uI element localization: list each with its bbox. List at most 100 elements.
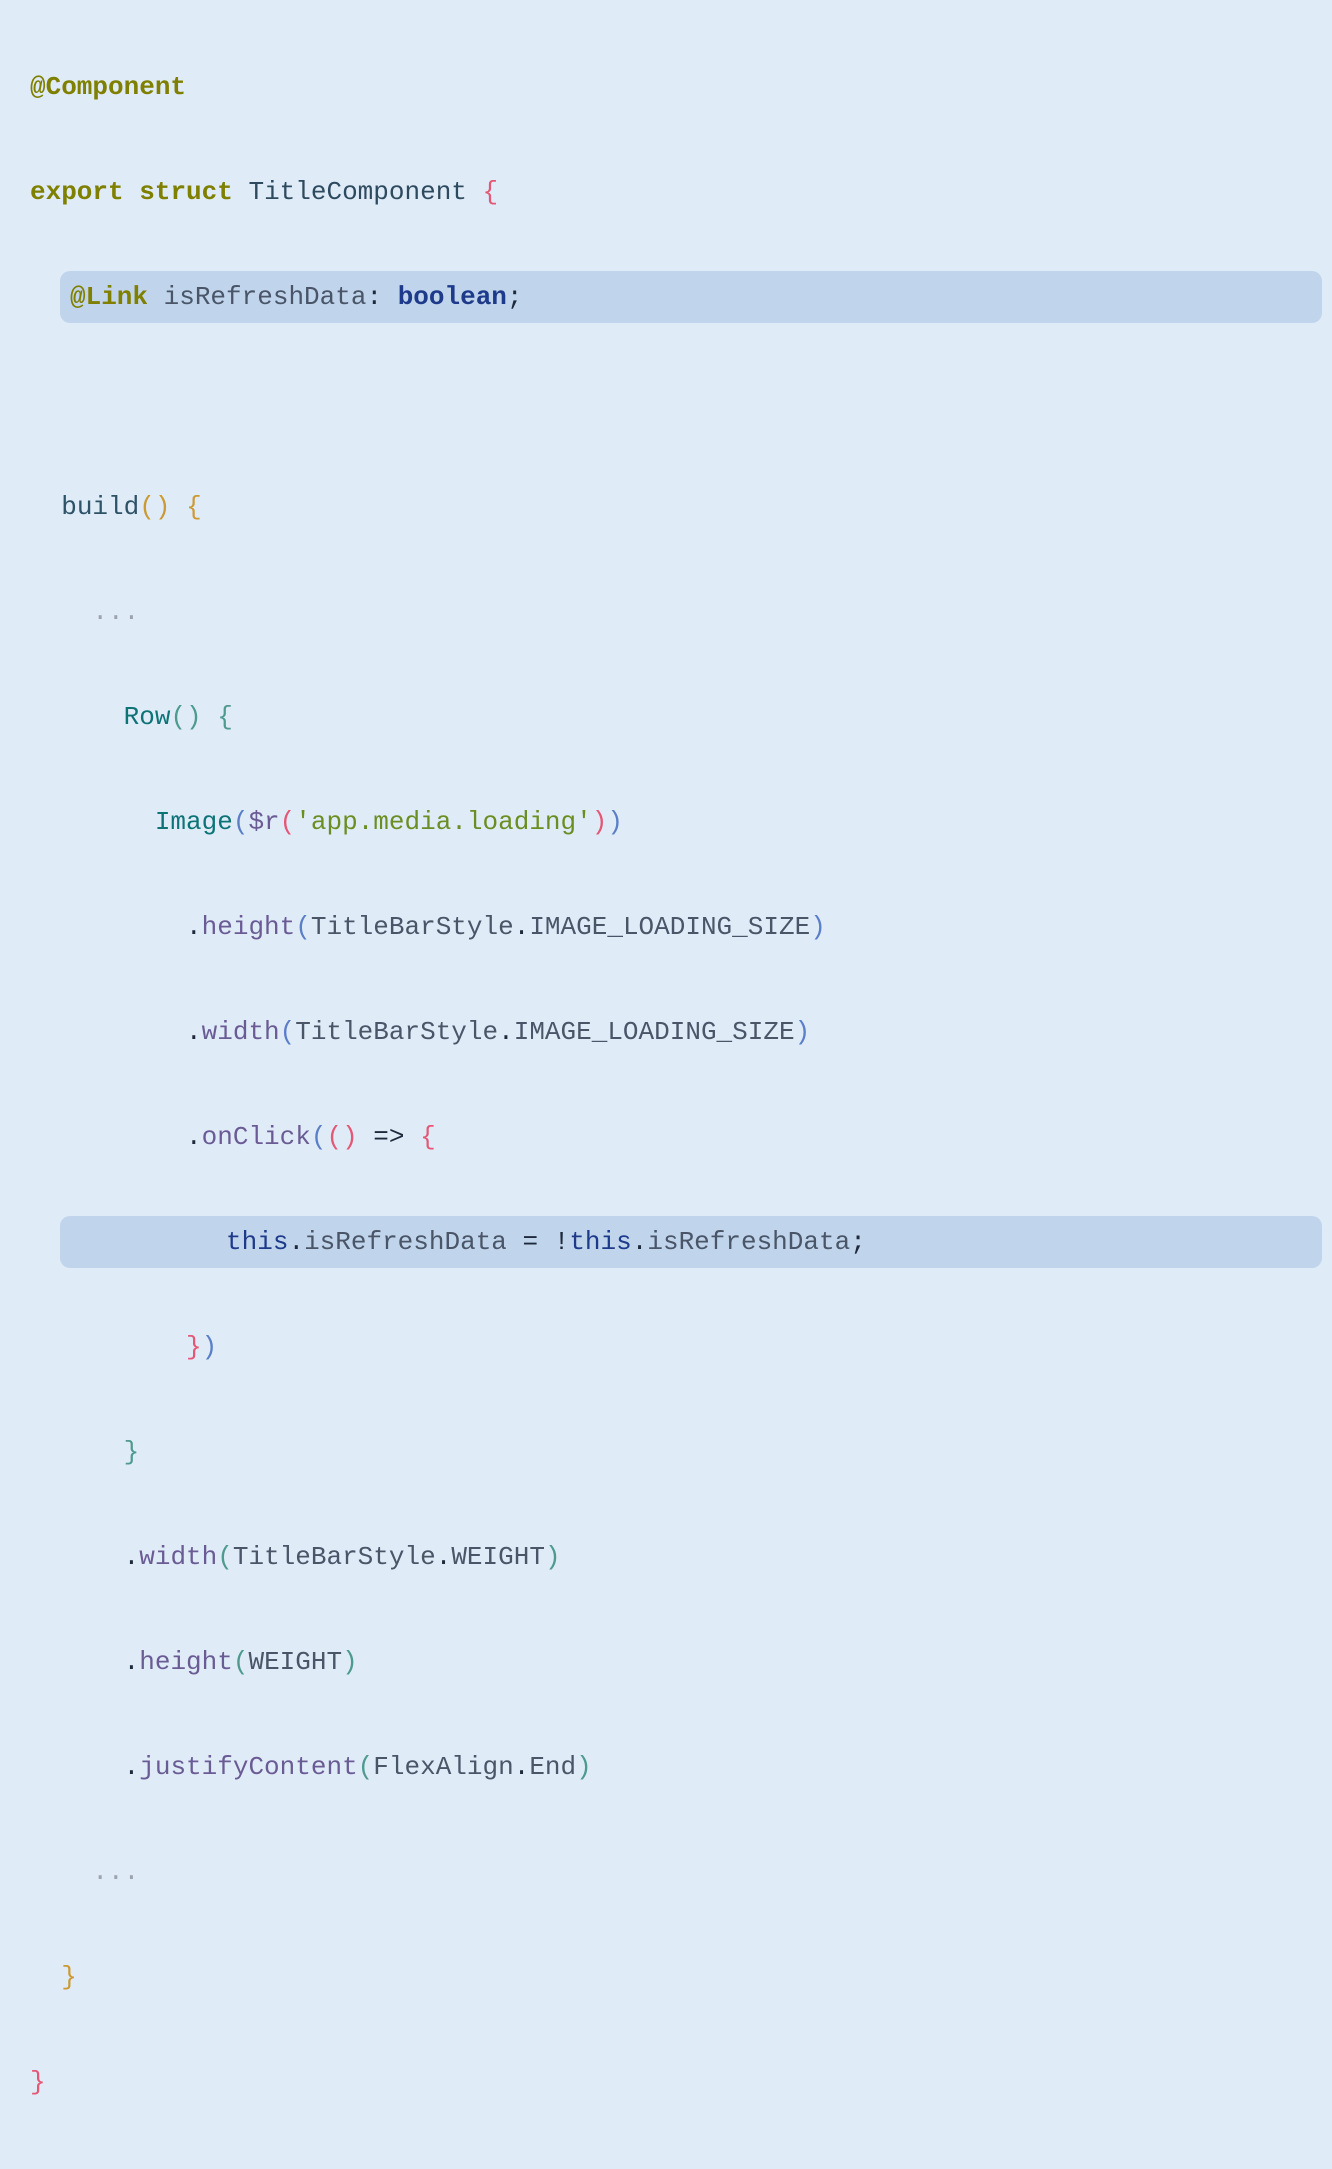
paren-open: ( <box>217 1542 233 1572</box>
brace-open: { <box>420 1122 436 1152</box>
field-ref: isRefreshData <box>647 1227 850 1257</box>
const-end: End <box>529 1752 576 1782</box>
field-name: isRefreshData <box>164 282 367 312</box>
code-line-6: Row() { <box>0 691 1332 744</box>
code-line-19: } <box>0 2056 1332 2109</box>
code-line-16: .justifyContent(FlexAlign.End) <box>0 1741 1332 1794</box>
string-media: 'app.media.loading' <box>295 807 591 837</box>
fn-dollar-r: $r <box>248 807 279 837</box>
code-line-12: }) <box>0 1321 1332 1374</box>
class-titlebarstyle: TitleBarStyle <box>295 1017 498 1047</box>
code-line-3: @Link isRefreshData: boolean; <box>60 271 1322 324</box>
paren-close: ) <box>545 1542 561 1572</box>
brace-close: } <box>124 1437 140 1467</box>
paren-close: ) <box>202 1332 218 1362</box>
paren-open: ( <box>326 1122 342 1152</box>
paren-close: ) <box>155 492 171 522</box>
code-line-blank <box>0 376 1332 429</box>
code-line-1: @Component <box>0 61 1332 114</box>
paren-open: ( <box>295 912 311 942</box>
code-line-11: this.isRefreshData = !this.isRefreshData… <box>60 1216 1322 1269</box>
code-line-17: ... <box>0 1846 1332 1899</box>
dot: . <box>498 1017 514 1047</box>
fn-image: Image <box>155 807 233 837</box>
not: ! <box>554 1227 570 1257</box>
method-height: height <box>202 912 296 942</box>
paren-open: ( <box>233 1647 249 1677</box>
dot: . <box>514 1752 530 1782</box>
const-weight: WEIGHT <box>248 1647 342 1677</box>
class-name: TitleComponent <box>248 177 466 207</box>
keyword-struct: struct <box>139 177 233 207</box>
paren-open: ( <box>280 807 296 837</box>
dot: . <box>632 1227 648 1257</box>
brace-open: { <box>186 492 202 522</box>
equals: = <box>507 1227 554 1257</box>
method-build: build <box>61 492 139 522</box>
dot: . <box>124 1542 140 1572</box>
paren-close: ) <box>186 702 202 732</box>
method-onclick: onClick <box>202 1122 311 1152</box>
keyword-this: this <box>226 1227 288 1257</box>
dot: . <box>436 1542 452 1572</box>
dot: . <box>288 1227 304 1257</box>
type-boolean: boolean <box>398 282 507 312</box>
code-line-9: .width(TitleBarStyle.IMAGE_LOADING_SIZE) <box>0 1006 1332 1059</box>
method-height: height <box>139 1647 233 1677</box>
ellipsis: ... <box>92 597 139 627</box>
code-line-2: export struct TitleComponent { <box>0 166 1332 219</box>
brace-open: { <box>217 702 233 732</box>
fn-row: Row <box>124 702 171 732</box>
decorator-component: @Component <box>30 72 186 102</box>
paren-close: ) <box>607 807 623 837</box>
const-img-loading-size: IMAGE_LOADING_SIZE <box>529 912 810 942</box>
code-snippet: @Component export struct TitleComponent … <box>0 8 1332 2161</box>
highlighted-line-1: @Link isRefreshData: boolean; <box>60 271 1322 324</box>
code-line-10: .onClick(() => { <box>0 1111 1332 1164</box>
class-titlebarstyle: TitleBarStyle <box>233 1542 436 1572</box>
dot: . <box>186 912 202 942</box>
semicolon: ; <box>507 282 523 312</box>
class-titlebarstyle: TitleBarStyle <box>311 912 514 942</box>
paren-close: ) <box>592 807 608 837</box>
code-line-7: Image($r('app.media.loading')) <box>0 796 1332 849</box>
dot: . <box>124 1647 140 1677</box>
code-line-13: } <box>0 1426 1332 1479</box>
code-line-15: .height(WEIGHT) <box>0 1636 1332 1689</box>
semicolon: ; <box>850 1227 866 1257</box>
highlighted-line-2: this.isRefreshData = !this.isRefreshData… <box>60 1216 1322 1269</box>
paren-close: ) <box>810 912 826 942</box>
paren-open: ( <box>311 1122 327 1152</box>
method-width: width <box>139 1542 217 1572</box>
brace-close: } <box>30 2067 46 2097</box>
dot: . <box>186 1017 202 1047</box>
const-img-loading-size: IMAGE_LOADING_SIZE <box>514 1017 795 1047</box>
method-justifycontent: justifyContent <box>139 1752 357 1782</box>
dot: . <box>186 1122 202 1152</box>
decorator-link: @Link <box>70 282 148 312</box>
code-line-14: .width(TitleBarStyle.WEIGHT) <box>0 1531 1332 1584</box>
ellipsis: ... <box>92 1857 139 1887</box>
keyword-this: this <box>569 1227 631 1257</box>
paren-open: ( <box>358 1752 374 1782</box>
code-line-8: .height(TitleBarStyle.IMAGE_LOADING_SIZE… <box>0 901 1332 954</box>
code-line-18: } <box>0 1951 1332 2004</box>
brace-close: } <box>186 1332 202 1362</box>
code-line-4: build() { <box>0 481 1332 534</box>
const-weight: WEIGHT <box>451 1542 545 1572</box>
paren-close: ) <box>795 1017 811 1047</box>
keyword-export: export <box>30 177 124 207</box>
brace-close: } <box>61 1962 77 1992</box>
colon: : <box>366 282 382 312</box>
paren-close: ) <box>342 1647 358 1677</box>
paren-open: ( <box>170 702 186 732</box>
paren-open: ( <box>233 807 249 837</box>
dot: . <box>514 912 530 942</box>
method-width: width <box>202 1017 280 1047</box>
brace-open: { <box>483 177 499 207</box>
paren-close: ) <box>342 1122 358 1152</box>
field-ref: isRefreshData <box>304 1227 507 1257</box>
code-line-5: ... <box>0 586 1332 639</box>
paren-open: ( <box>139 492 155 522</box>
arrow: => <box>373 1122 404 1152</box>
